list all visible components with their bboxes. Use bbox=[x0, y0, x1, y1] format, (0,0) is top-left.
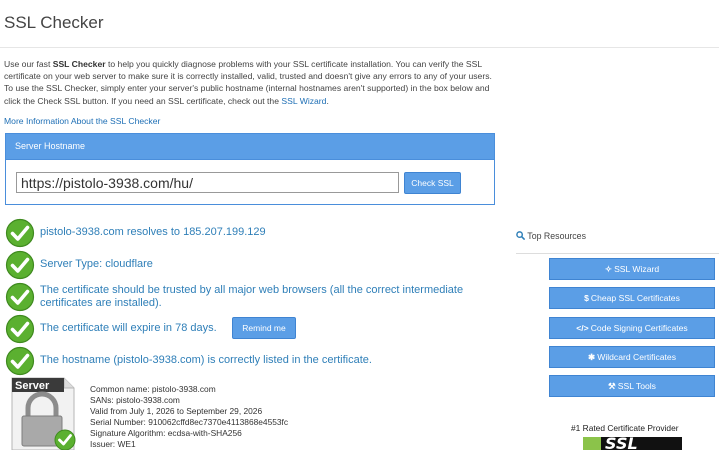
check-ssl-button[interactable]: Check SSL bbox=[404, 172, 461, 194]
cert-serial-row: Serial Number: 910062cffd8ec7370e4113868… bbox=[90, 417, 288, 428]
code-signing-button[interactable]: </> Code Signing Certificates bbox=[549, 317, 715, 339]
cert-common-name-row: Common name: pistolo-3938.com bbox=[90, 384, 288, 395]
cert-sigalg-row: Signature Algorithm: ecdsa-with-SHA256 bbox=[90, 428, 288, 439]
certificate-details: Common name: pistolo-3938.com SANs: pist… bbox=[90, 384, 288, 450]
check-icon bbox=[5, 250, 35, 280]
cheap-ssl-button[interactable]: $ Cheap SSL Certificates bbox=[549, 287, 715, 309]
ssl-tools-button[interactable]: ⚒ SSL Tools bbox=[549, 375, 715, 397]
button-label: Wildcard Certificates bbox=[597, 352, 676, 362]
hostname-panel: Server Hostname Check SSL bbox=[5, 133, 495, 205]
check-icon bbox=[5, 346, 35, 376]
intro-paragraph: Use our fast SSL Checker to help you qui… bbox=[4, 58, 496, 107]
search-icon bbox=[516, 231, 525, 240]
wrench-icon: ⚒ bbox=[608, 381, 616, 391]
more-info-link[interactable]: More Information About the SSL Checker bbox=[4, 116, 160, 126]
cert-sigalg: ecdsa-with-SHA256 bbox=[167, 428, 242, 439]
cert-issuer-row: Issuer: WE1 bbox=[90, 439, 288, 450]
ssl-wizard-link[interactable]: SSL Wizard bbox=[281, 96, 326, 106]
cert-issuer: WE1 bbox=[117, 439, 136, 450]
intro-text: Use our fast bbox=[4, 59, 53, 69]
logo-mark bbox=[583, 437, 601, 450]
result-resolves: pistolo-3938.com resolves to 185.207.199… bbox=[40, 226, 266, 238]
result-expiry: The certificate will expire in 78 days. bbox=[40, 322, 217, 334]
page-title: SSL Checker bbox=[4, 13, 104, 32]
cert-sans: pistolo-3938.com bbox=[116, 395, 180, 406]
result-trusted: The certificate should be trusted by all… bbox=[40, 284, 464, 309]
cert-valid: from July 1, 2026 to September 29, 2026 bbox=[110, 406, 263, 417]
button-label: SSL Wizard bbox=[614, 264, 660, 274]
intro-bold-text: SSL Checker bbox=[52, 59, 106, 69]
ssl-wizard-button[interactable]: ✧ SSL Wizard bbox=[549, 258, 715, 280]
cert-label: SANs: bbox=[90, 395, 114, 406]
code-icon: </> bbox=[576, 323, 589, 333]
cert-label: Common name: bbox=[90, 384, 150, 394]
intro-end: . bbox=[326, 95, 329, 106]
cert-serial: 910062cffd8ec7370e4113868e4553fc bbox=[148, 417, 289, 428]
button-label: Code Signing Certificates bbox=[590, 323, 688, 333]
check-icon bbox=[5, 282, 35, 312]
button-label: Cheap SSL Certificates bbox=[590, 293, 680, 303]
server-lock-icon: Server bbox=[11, 377, 76, 450]
asterisk-icon: ✱ bbox=[588, 352, 596, 362]
button-label: SSL Tools bbox=[617, 381, 656, 391]
magic-wand-icon: ✧ bbox=[604, 264, 613, 274]
ssl-logo[interactable]: SSL bbox=[583, 437, 682, 450]
cert-sans-row: SANs: pistolo-3938.com bbox=[90, 395, 288, 406]
check-icon bbox=[5, 218, 35, 248]
logo-text: SSL bbox=[605, 437, 638, 450]
page-header: SSL Checker bbox=[0, 0, 719, 48]
cert-label: Valid bbox=[90, 406, 109, 417]
top-resources-label: Top Resources bbox=[527, 231, 586, 241]
wildcard-button[interactable]: ✱ Wildcard Certificates bbox=[549, 346, 715, 368]
top-resources-title: Top Resources bbox=[516, 231, 586, 241]
server-graphic-label: Server bbox=[15, 380, 50, 392]
rated-provider-text: #1 Rated Certificate Provider bbox=[571, 423, 679, 433]
dollar-icon: $ bbox=[584, 293, 589, 303]
hostname-input[interactable] bbox=[16, 172, 399, 193]
remind-me-button[interactable]: Remind me bbox=[232, 317, 296, 339]
cert-common-name: pistolo-3938.com bbox=[151, 384, 216, 394]
panel-title: Server Hostname bbox=[6, 134, 494, 160]
divider bbox=[516, 253, 719, 254]
result-hostname: The hostname (pistolo-3938.com) is corre… bbox=[40, 354, 372, 366]
cert-label: Serial Number: bbox=[90, 417, 146, 428]
cert-valid-row: Valid from July 1, 2026 to September 29,… bbox=[90, 406, 288, 417]
result-server-type: Server Type: cloudflare bbox=[40, 258, 153, 270]
check-icon bbox=[5, 314, 35, 344]
cert-label: Issuer: bbox=[90, 439, 116, 450]
cert-label: Signature Algorithm: bbox=[90, 428, 166, 439]
